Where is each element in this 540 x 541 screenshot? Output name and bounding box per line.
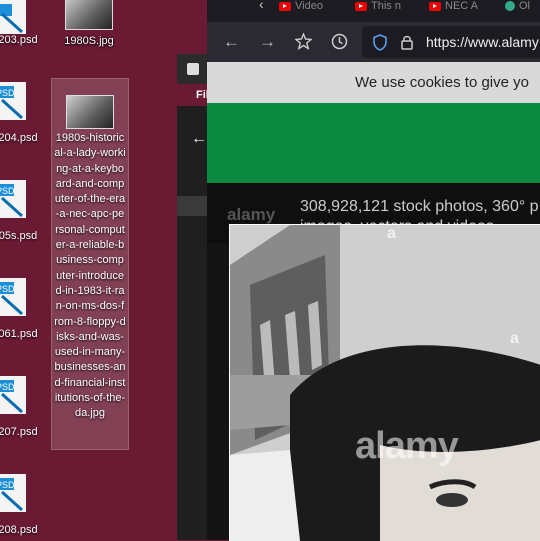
desktop-icon-psd-6[interactable]: PSD 208.psd xyxy=(0,474,40,540)
photo-image xyxy=(230,225,540,541)
svg-text:PSD: PSD xyxy=(0,382,15,392)
desktop-icon-label: 204.psd xyxy=(0,132,38,144)
youtube-icon xyxy=(355,1,367,11)
desktop-icon-label: 061.psd xyxy=(0,328,38,340)
tab-ol[interactable]: Ol xyxy=(505,0,540,16)
youtube-icon xyxy=(429,1,441,11)
tab-this[interactable]: This n xyxy=(355,0,407,16)
green-banner xyxy=(207,103,540,183)
bookmark-star-icon[interactable] xyxy=(295,33,312,50)
desktop-icon-selected-jpg[interactable]: 1980s-historical-a-lady-working-at-a-key… xyxy=(51,78,129,450)
desktop-icon-label: 203.psd xyxy=(0,34,38,46)
back-arrow-icon[interactable]: ← xyxy=(191,130,207,148)
tab-label: Video xyxy=(295,0,323,12)
tab-scroll-left-icon[interactable]: ‹ xyxy=(259,0,264,12)
lock-icon[interactable] xyxy=(400,34,414,50)
psd-file-icon: PSD xyxy=(0,278,26,316)
desktop-icon-psd-2[interactable]: PSD 204.psd xyxy=(0,82,40,152)
desktop-icon-label: 207.psd xyxy=(0,426,38,438)
alamy-watermark: alamy xyxy=(355,425,459,467)
tab-favicon xyxy=(505,1,515,12)
alamy-watermark-small: a xyxy=(510,330,519,347)
desktop-icon-jpg[interactable]: 1980S.jpg xyxy=(60,0,118,50)
url-text[interactable]: https://www.alamy xyxy=(426,34,539,50)
svg-text:PSD: PSD xyxy=(0,88,15,98)
history-clock-icon[interactable] xyxy=(331,33,348,50)
tab-nec[interactable]: NEC A xyxy=(429,0,483,16)
desktop-icon-psd-1[interactable]: 203.psd xyxy=(0,0,40,50)
svg-text:PSD: PSD xyxy=(0,480,15,490)
explorer-content xyxy=(177,196,207,216)
tab-label: NEC A xyxy=(445,0,479,12)
stock-count-line: 308,928,121 stock photos, 360° p xyxy=(300,198,539,215)
address-bar[interactable]: https://www.alamy xyxy=(362,26,540,58)
psd-file-icon: PSD xyxy=(0,82,26,120)
tab-label: Ol xyxy=(519,0,530,12)
psd-file-icon: PSD xyxy=(0,474,26,512)
desktop-icon-label: 1980s-historical-a-lady-working-at-a-key… xyxy=(54,132,126,420)
image-thumbnail xyxy=(65,0,113,30)
tab-label: This n xyxy=(371,0,401,12)
svg-text:PSD: PSD xyxy=(0,186,15,196)
psd-file-icon: PSD xyxy=(0,376,26,414)
desktop-icon-psd-4[interactable]: PSD 061.psd xyxy=(0,278,40,348)
browser-toolbar: ← → https://www.alamy xyxy=(207,22,540,62)
psd-file-icon xyxy=(0,0,26,34)
alamy-logo[interactable]: alamy xyxy=(227,205,275,225)
tab-strip: ‹ Video This n NEC A Ol xyxy=(207,0,540,22)
desktop-icon-label: 1980S.jpg xyxy=(64,35,114,47)
youtube-icon xyxy=(279,1,291,11)
desktop-icon-psd-5[interactable]: PSD 207.psd xyxy=(0,376,40,446)
desktop-icon-label: 208.psd xyxy=(0,524,38,536)
desktop-icon-label: 05s.psd xyxy=(0,230,38,242)
forward-arrow-icon[interactable]: → xyxy=(259,32,276,52)
shield-icon[interactable] xyxy=(372,34,388,51)
photo-preview[interactable]: alamy a a xyxy=(229,224,540,541)
alamy-watermark-small: a xyxy=(387,225,396,242)
back-arrow-icon[interactable]: ← xyxy=(223,32,240,52)
cookie-banner: We use cookies to give yo xyxy=(207,62,540,103)
svg-text:PSD: PSD xyxy=(0,284,15,294)
explorer-app-icon xyxy=(187,63,199,75)
image-thumbnail xyxy=(66,95,114,129)
desktop-icon-psd-3[interactable]: PSD 05s.psd xyxy=(0,180,40,250)
tab-video[interactable]: Video xyxy=(279,0,329,16)
psd-file-icon: PSD xyxy=(0,180,26,218)
